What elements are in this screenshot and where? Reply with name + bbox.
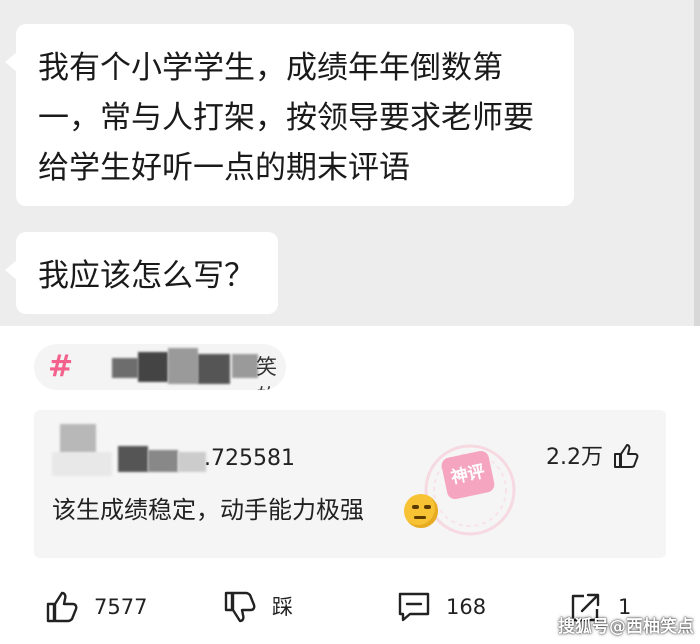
comment-text: 该生成绩稳定，动手能力极强 — [52, 496, 364, 524]
redacted-avatar — [60, 424, 96, 454]
thumbs-down-icon — [224, 591, 256, 623]
message-line: 我有个小学学生，成绩年年倒数第 — [38, 50, 503, 86]
source-watermark: 搜狐号@西柚笑点 — [558, 617, 694, 637]
commenter-id[interactable]: .725581 — [204, 446, 295, 472]
hashtag-icon: # — [48, 349, 74, 384]
redacted-topic-text — [232, 354, 258, 378]
message-line: 给学生好听一点的期末评语 — [38, 150, 410, 186]
redacted-username — [178, 452, 206, 472]
topic-hashtag-chip[interactable]: # 笑的 — [34, 344, 286, 390]
message-line: 我应该怎么写？ — [38, 258, 255, 294]
emoji-mouth — [414, 516, 426, 519]
emoji-eye — [412, 505, 419, 509]
redacted-topic-text — [112, 358, 138, 378]
top-comment-card[interactable] — [34, 410, 666, 558]
emoji-eye — [424, 505, 431, 509]
scrollbar-track — [694, 0, 700, 326]
redacted-username — [118, 446, 148, 472]
chat-area: 我有个小学学生，成绩年年倒数第 一，常与人打架，按领导要求老师要 给学生好听一点… — [0, 0, 700, 326]
comment-like-count: 2.2万 — [546, 445, 603, 470]
redacted-topic-text — [168, 348, 198, 384]
comment-button[interactable]: 168 — [396, 580, 486, 634]
comment-count: 168 — [446, 595, 487, 619]
topic-suffix-text: 笑的 — [256, 355, 277, 390]
like-count: 7577 — [94, 595, 148, 619]
redacted-username — [148, 450, 178, 472]
redacted-topic-text — [138, 352, 168, 382]
chat-message-bubble[interactable]: 我应该怎么写？ — [5, 232, 278, 314]
thinking-face-emoji-icon — [404, 494, 438, 528]
redacted-avatar — [52, 452, 112, 476]
thumbs-up-icon — [46, 591, 78, 623]
like-button[interactable]: 7577 — [44, 580, 147, 634]
redacted-topic-text — [198, 354, 230, 384]
dislike-button[interactable]: 踩 — [222, 580, 293, 634]
chat-message-bubble[interactable]: 我有个小学学生，成绩年年倒数第 一，常与人打架，按领导要求老师要 给学生好听一点… — [5, 24, 574, 206]
message-line: 一，常与人打架，按领导要求老师要 — [38, 100, 534, 136]
comment-bubble-icon — [398, 592, 430, 622]
dislike-label: 踩 — [272, 595, 293, 619]
thumbs-up-icon[interactable] — [611, 441, 641, 471]
